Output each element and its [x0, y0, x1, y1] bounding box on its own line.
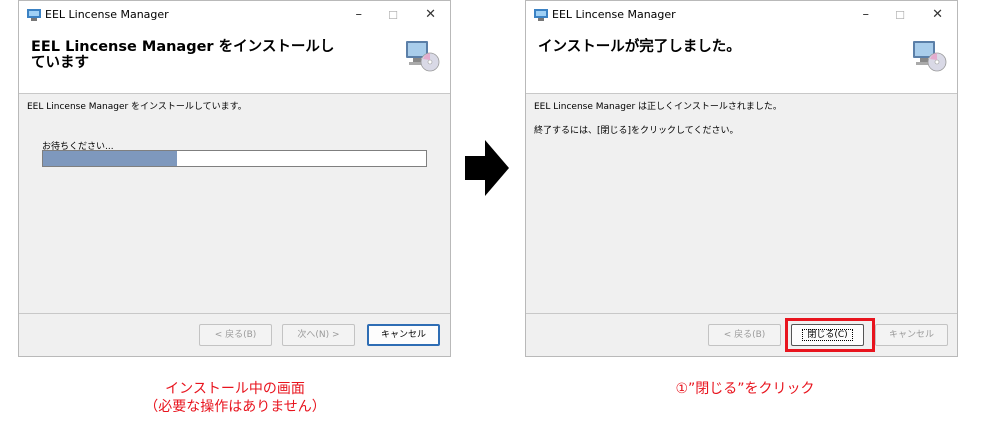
installer-app-icon — [534, 9, 548, 21]
computer-disc-icon — [913, 41, 947, 72]
back-button[interactable]: < 戻る(B) — [199, 324, 272, 346]
window-title: EEL Lincense Manager — [552, 8, 676, 21]
cancel-button[interactable]: キャンセル — [367, 324, 440, 346]
instruction-message: 終了するには、[閉じる]をクリックしてください。 — [534, 126, 739, 136]
maximize-button[interactable]: ☐ — [388, 9, 398, 22]
title-bar: EEL Lincense Manager – ☐ ✕ — [526, 1, 957, 31]
status-message: EEL Lincense Manager をインストールしています。 — [27, 102, 247, 112]
maximize-button[interactable]: ☐ — [895, 9, 905, 22]
computer-disc-icon — [406, 41, 440, 72]
next-button[interactable]: 次へ(N) > — [282, 324, 355, 346]
progress-bar-fill — [43, 151, 178, 166]
completion-message: EEL Lincense Manager は正しくインストールされました。 — [534, 102, 782, 112]
cancel-button[interactable]: キャンセル — [875, 324, 948, 346]
installer-window-complete: EEL Lincense Manager – ☐ ✕ インストールが完了しました… — [525, 0, 958, 357]
right-arrow-icon — [465, 140, 509, 196]
installer-window-installing: EEL Lincense Manager – ☐ ✕ EEL Lincense … — [18, 0, 451, 357]
title-bar: EEL Lincense Manager – ☐ ✕ — [19, 1, 450, 31]
minimize-button[interactable]: – — [356, 7, 363, 22]
left-caption-line2: （必要な操作はありません） — [144, 399, 326, 415]
close-button-highlight — [785, 318, 875, 352]
close-window-button[interactable]: ✕ — [425, 7, 436, 22]
installer-app-icon — [27, 9, 41, 21]
left-caption-line1: インストール中の画面 — [165, 381, 305, 397]
minimize-button[interactable]: – — [863, 7, 870, 22]
back-button[interactable]: < 戻る(B) — [708, 324, 781, 346]
footer-divider — [526, 313, 957, 314]
header-title: EEL Lincense Manager をインストールしています — [31, 39, 335, 71]
window-title: EEL Lincense Manager — [45, 8, 169, 21]
left-caption: インストール中の画面 （必要な操作はありません） — [90, 380, 380, 416]
right-caption: ①”閉じる”をクリック — [675, 381, 815, 397]
close-window-button[interactable]: ✕ — [932, 7, 943, 22]
header-title: インストールが完了しました。 — [538, 39, 741, 55]
wizard-header: インストールが完了しました。 — [526, 31, 957, 94]
wizard-header: EEL Lincense Manager をインストールしています — [19, 31, 450, 94]
progress-bar — [42, 150, 427, 167]
footer-divider — [19, 313, 450, 314]
